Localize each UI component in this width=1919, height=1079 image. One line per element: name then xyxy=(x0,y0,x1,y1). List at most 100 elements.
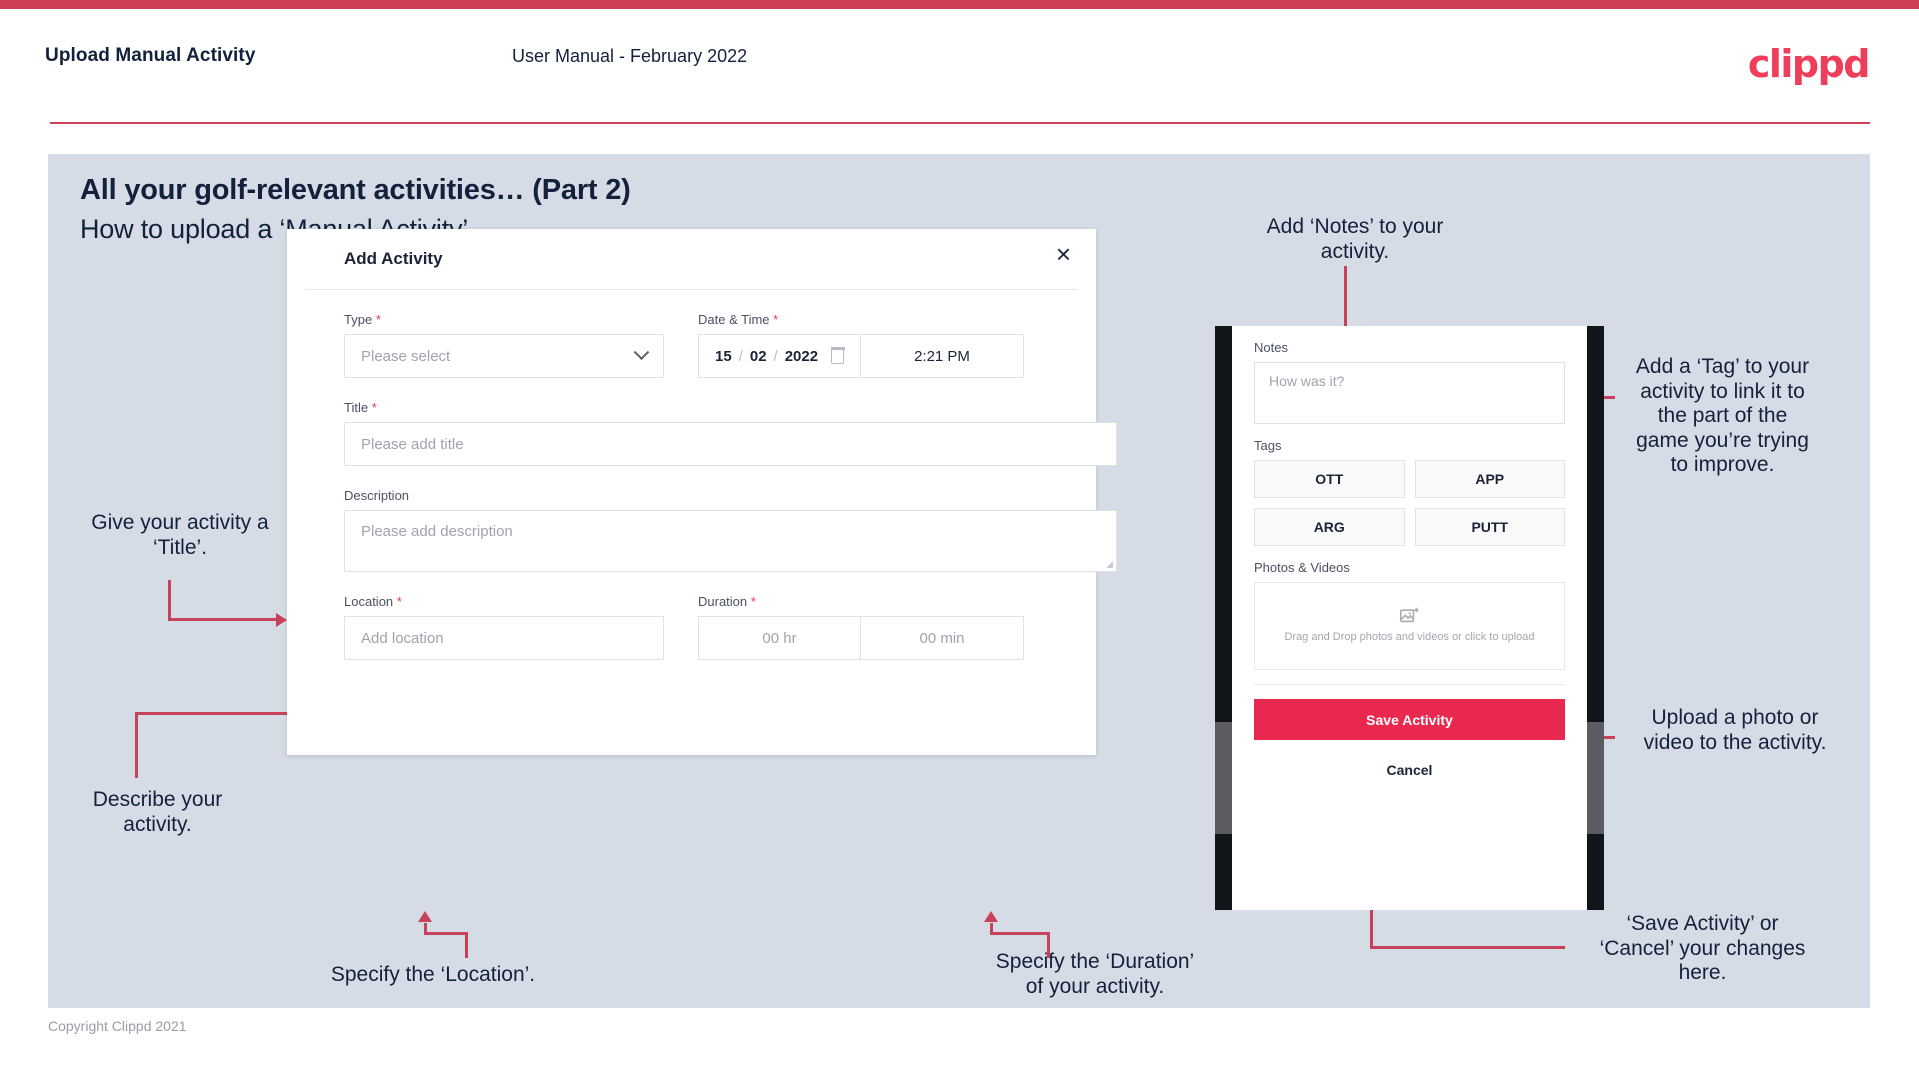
date-sep-1: / xyxy=(738,347,743,365)
type-label: Type * xyxy=(344,312,664,327)
annotation-save: ‘Save Activity’ or ‘Cancel’ your changes… xyxy=(1599,912,1806,985)
description-textarea[interactable]: Please add description xyxy=(344,510,1117,572)
tag-app[interactable]: APP xyxy=(1414,460,1565,498)
type-select[interactable]: Please select xyxy=(344,334,664,378)
title-label: Title * xyxy=(344,400,1117,415)
chevron-down-icon xyxy=(633,343,650,360)
connector-dur-v2 xyxy=(1047,932,1050,958)
duration-hours-input[interactable]: 00 hr xyxy=(698,616,861,660)
duration-label-text: Duration xyxy=(698,594,748,609)
datetime-required-marker: * xyxy=(773,312,779,327)
title-label-text: Title xyxy=(344,400,369,415)
slide-root: Upload Manual Activity User Manual - Feb… xyxy=(0,0,1919,1079)
field-type: Type * Please select xyxy=(344,312,664,378)
duration-label: Duration * xyxy=(698,594,1024,609)
annotation-description: Describe your activity. xyxy=(92,788,223,836)
tag-putt[interactable]: PUTT xyxy=(1414,508,1565,546)
notes-label: Notes xyxy=(1254,340,1288,355)
photo-dropzone[interactable]: Drag and Drop photos and videos or click… xyxy=(1254,582,1565,670)
annotation-tags: Add a ‘Tag’ to your activity to link it … xyxy=(1635,355,1810,477)
connector-save-h xyxy=(1370,946,1565,949)
type-label-text: Type xyxy=(344,312,373,327)
photos-label: Photos & Videos xyxy=(1254,560,1350,575)
phone-bezel-right-mid xyxy=(1587,722,1604,834)
connector-title-arrow xyxy=(276,613,287,627)
notes-placeholder: How was it? xyxy=(1269,373,1345,389)
location-placeholder: Add location xyxy=(361,629,444,647)
calendar-icon[interactable] xyxy=(830,347,845,364)
tag-arg[interactable]: ARG xyxy=(1254,508,1405,546)
phone-bezel-left-bottom xyxy=(1215,834,1232,910)
phone-bezel-right-bottom xyxy=(1587,834,1604,910)
connector-desc-h xyxy=(135,712,290,715)
slide-heading: All your golf-relevant activities… (Part… xyxy=(80,174,631,206)
date-input[interactable]: 15 / 02 / 2022 xyxy=(698,334,861,378)
photos-section: Photos & Videos Drag and Drop photos and… xyxy=(1232,560,1587,670)
connector-dur-h xyxy=(990,932,1050,935)
phone-mockup: Notes How was it? Tags OTT APP ARG PUTT … xyxy=(1215,326,1604,910)
annotation-duration: Specify the ‘Duration’ of your activity. xyxy=(995,950,1195,998)
description-label: Description xyxy=(344,488,1117,503)
date-month: 02 xyxy=(749,347,767,365)
dialog-title: Add Activity xyxy=(344,249,443,268)
close-icon[interactable]: × xyxy=(1056,241,1071,267)
cancel-button[interactable]: Cancel xyxy=(1232,762,1587,778)
notes-textarea[interactable]: How was it? xyxy=(1254,362,1565,424)
time-input[interactable]: 2:21 PM xyxy=(861,334,1024,378)
tag-ott[interactable]: OTT xyxy=(1254,460,1405,498)
dialog-body: Type * Please select Date & Time * 15 / … xyxy=(305,290,1117,660)
phone-divider xyxy=(1254,684,1565,685)
phone-bezel-left-top xyxy=(1215,326,1232,722)
title-input-placeholder: Please add title xyxy=(361,435,464,453)
row-spacer-2 xyxy=(664,594,698,660)
add-activity-dialog: Add Activity × Type * Please select Date… xyxy=(287,229,1117,755)
copyright-text: Copyright Clippd 2021 xyxy=(48,1018,187,1034)
page-title: Upload Manual Activity xyxy=(45,45,256,66)
connector-loc-v1 xyxy=(424,923,427,935)
annotation-title: Give your activity a ‘Title’. xyxy=(91,511,269,559)
row-location-duration: Location * Add location Duration * 00 hr… xyxy=(305,594,1078,660)
connector-loc-v2 xyxy=(465,932,468,958)
annotation-location: Specify the ‘Location’. xyxy=(330,963,536,986)
notes-section: Notes How was it? xyxy=(1232,340,1587,424)
connector-loc-arrow xyxy=(418,911,432,922)
page-subtitle: User Manual - February 2022 xyxy=(512,46,748,66)
connector-title-h xyxy=(168,618,278,621)
connector-loc-h xyxy=(424,932,468,935)
date-day: 15 xyxy=(715,347,732,365)
connector-dur-arrow xyxy=(984,911,998,922)
row-type-datetime: Type * Please select Date & Time * 15 / … xyxy=(305,312,1078,378)
title-input[interactable]: Please add title xyxy=(344,422,1117,466)
duration-minutes-value: 00 min xyxy=(919,629,965,647)
dropzone-text: Drag and Drop photos and videos or click… xyxy=(1284,630,1535,643)
description-label-text: Description xyxy=(344,488,410,503)
date-year: 2022 xyxy=(784,347,819,365)
field-datetime: Date & Time * 15 / 02 / 2022 2:21 PM xyxy=(698,312,1024,378)
save-activity-button[interactable]: Save Activity xyxy=(1254,699,1565,740)
duration-controls: 00 hr 00 min xyxy=(698,616,1024,660)
type-required-marker: * xyxy=(375,312,381,327)
connector-desc-v xyxy=(135,712,138,778)
location-input[interactable]: Add location xyxy=(344,616,664,660)
phone-bezel-left-mid xyxy=(1215,722,1232,834)
tags-label: Tags xyxy=(1254,438,1282,453)
title-required-marker: * xyxy=(371,400,377,415)
field-description: Description Please add description xyxy=(344,488,1117,572)
time-value: 2:21 PM xyxy=(914,347,970,365)
location-label-text: Location xyxy=(344,594,394,609)
field-title: Title * Please add title xyxy=(344,400,1117,466)
type-select-value: Please select xyxy=(361,347,451,365)
annotation-upload: Upload a photo or video to the activity. xyxy=(1643,706,1827,754)
row-description: Description Please add description xyxy=(305,488,1117,572)
phone-screen: Notes How was it? Tags OTT APP ARG PUTT … xyxy=(1232,326,1587,910)
annotation-notes: Add ‘Notes’ to your activity. xyxy=(1266,215,1444,263)
tags-section: Tags OTT APP ARG PUTT xyxy=(1232,438,1587,546)
field-location: Location * Add location xyxy=(344,594,664,660)
location-label: Location * xyxy=(344,594,664,609)
clippd-logo: clippd xyxy=(1747,42,1871,86)
phone-bezel-right-top xyxy=(1587,326,1604,722)
datetime-controls: 15 / 02 / 2022 2:21 PM xyxy=(698,334,1024,378)
datetime-label: Date & Time * xyxy=(698,312,1024,327)
duration-required-marker: * xyxy=(750,594,756,609)
duration-minutes-input[interactable]: 00 min xyxy=(861,616,1024,660)
